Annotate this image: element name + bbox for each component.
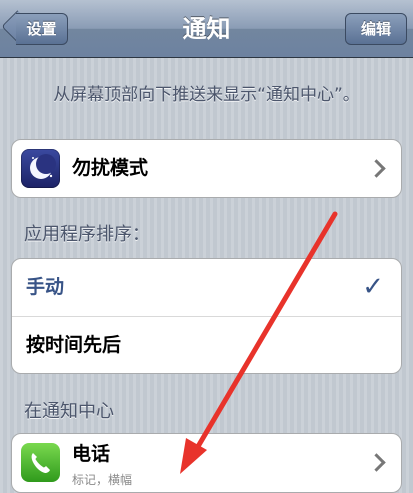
annotation-arrow	[180, 211, 338, 474]
